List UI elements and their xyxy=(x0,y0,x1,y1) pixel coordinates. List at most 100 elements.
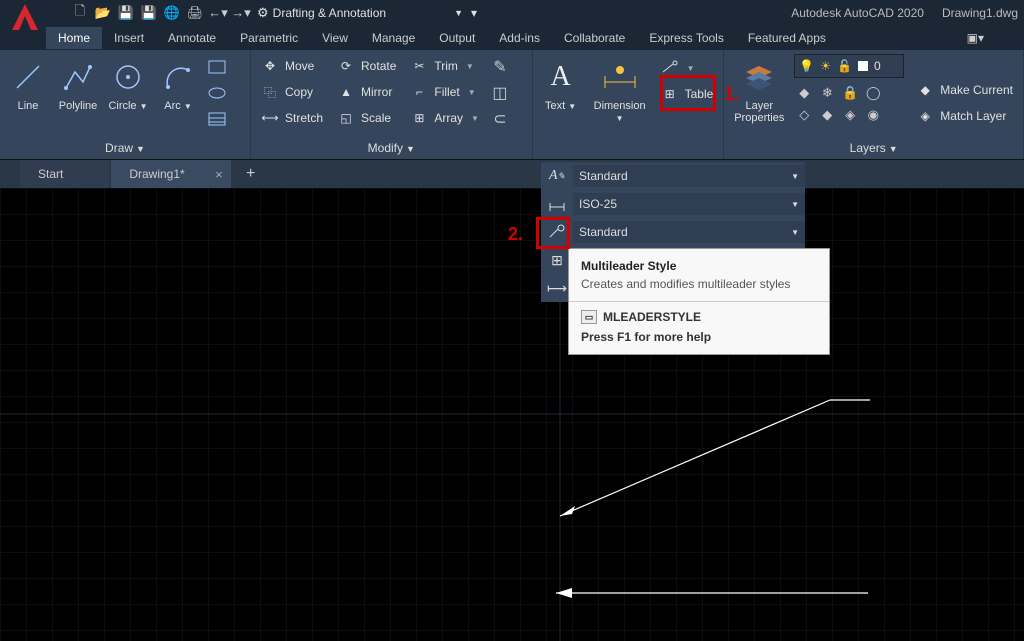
panel-layers-title[interactable]: Layers▼ xyxy=(730,137,1017,159)
copy-button[interactable]: ⿻Copy xyxy=(257,80,327,104)
tooltip-command: ▭ MLEADERSTYLE xyxy=(581,310,817,324)
close-icon[interactable]: × xyxy=(215,167,223,182)
title-bar: 🗋 📂 💾 💾 🌐 🖨 ←▾ →▾ ⚙ Drafting & Annotatio… xyxy=(0,0,1024,26)
copy-icon: ⿻ xyxy=(261,84,279,101)
quick-access-toolbar: 🗋 📂 💾 💾 🌐 🖨 ←▾ →▾ xyxy=(70,3,251,23)
gear-icon: ⚙ xyxy=(257,5,269,21)
callout-2-box xyxy=(536,217,570,249)
tab-output[interactable]: Output xyxy=(427,27,487,49)
layer-a-icon[interactable]: ◇ xyxy=(794,105,814,125)
panel-modify-title[interactable]: Modify▼ xyxy=(257,137,526,159)
lock-icon: 🔓 xyxy=(837,59,852,73)
dimension-icon xyxy=(600,58,640,96)
match-layer-icon: ◈ xyxy=(916,109,934,123)
array-button[interactable]: ⊞Array▼ xyxy=(406,106,483,130)
arc-button[interactable]: Arc ▼ xyxy=(156,54,200,112)
qat-new-icon[interactable]: 🗋 xyxy=(70,3,90,23)
dim-style-row[interactable]: ISO-25▼ xyxy=(541,190,805,218)
fillet-icon: ⌐ xyxy=(410,85,428,99)
ribbon-tabs: Home Insert Annotate Parametric View Man… xyxy=(0,26,1024,50)
offset-icon[interactable]: ⊂ xyxy=(489,108,511,130)
callout-1-box xyxy=(660,75,716,111)
tab-addins[interactable]: Add-ins xyxy=(487,27,552,49)
callout-1-label: 1. xyxy=(724,84,739,105)
rotate-icon: ⟳ xyxy=(337,59,355,73)
explode-icon[interactable]: ◫ xyxy=(489,82,511,104)
tooltip: Multileader Style Creates and modifies m… xyxy=(568,248,830,355)
qat-web-icon[interactable]: 🌐 xyxy=(162,3,182,23)
qat-plot-icon[interactable]: 🖨 xyxy=(185,3,205,23)
leader-icon xyxy=(661,60,679,77)
tooltip-help: Press F1 for more help xyxy=(581,330,817,344)
move-icon: ✥ xyxy=(261,59,279,73)
hatch-icon[interactable] xyxy=(206,108,228,130)
mleader-style-select[interactable]: Standard▼ xyxy=(573,221,805,243)
panel-draw-title[interactable]: Draw▼ xyxy=(6,137,244,159)
qat-saveas-icon[interactable]: 💾 xyxy=(139,3,159,23)
qat-open-icon[interactable]: 📂 xyxy=(93,3,113,23)
polyline-button[interactable]: Polyline xyxy=(56,54,100,112)
tab-featuredapps[interactable]: Featured Apps xyxy=(736,27,838,49)
text-style-select[interactable]: Standard▼ xyxy=(573,165,805,187)
line-icon xyxy=(13,58,43,96)
tooltip-title: Multileader Style xyxy=(581,259,817,273)
text-icon: A xyxy=(550,58,570,96)
tab-parametric[interactable]: Parametric xyxy=(228,27,310,49)
text-style-row[interactable]: A✎ Standard▼ xyxy=(541,162,805,190)
line-button[interactable]: Line xyxy=(6,54,50,112)
fillet-button[interactable]: ⌐Fillet▼ xyxy=(406,80,483,104)
ribbon: Line Polyline Circle ▼ Arc ▼ Draw▼ xyxy=(0,50,1024,160)
layer-d-icon[interactable]: ◉ xyxy=(863,105,883,125)
file-tab-start[interactable]: Start xyxy=(20,160,109,188)
tab-overflow-icon[interactable]: ▣▾ xyxy=(967,31,1024,45)
layer-properties-icon xyxy=(742,58,776,96)
tab-insert[interactable]: Insert xyxy=(102,27,156,49)
layer-off-icon[interactable]: ◯ xyxy=(863,83,883,103)
tab-annotate[interactable]: Annotate xyxy=(156,27,228,49)
mleader-style-row[interactable]: Standard▼ xyxy=(541,218,805,246)
tab-home[interactable]: Home xyxy=(46,27,102,49)
stretch-button[interactable]: ⟷Stretch xyxy=(257,106,327,130)
layer-selector[interactable]: 💡 ☀ 🔓 0 xyxy=(794,54,904,78)
ellipse-icon[interactable] xyxy=(206,82,228,104)
document-name: Drawing1.dwg xyxy=(942,6,1018,20)
qat-redo-icon[interactable]: →▾ xyxy=(231,3,251,23)
new-tab-button[interactable]: + xyxy=(237,165,265,183)
drawing-canvas[interactable] xyxy=(0,188,1024,641)
rotate-button[interactable]: ⟳Rotate xyxy=(333,54,400,78)
polyline-icon xyxy=(63,58,93,96)
layer-b-icon[interactable]: ◆ xyxy=(817,105,837,125)
match-layer-button[interactable]: ◈Match Layer xyxy=(912,104,1017,128)
text-button[interactable]: A Text ▼ xyxy=(539,54,583,112)
autocad-logo[interactable] xyxy=(6,0,36,28)
trim-button[interactable]: ✂Trim▼ xyxy=(406,54,483,78)
workspace-selector[interactable]: ⚙ Drafting & Annotation ▼ ▾ xyxy=(257,5,477,21)
scale-button[interactable]: ◱Scale xyxy=(333,106,400,130)
erase-icon[interactable]: ✎ xyxy=(489,56,511,78)
tab-view[interactable]: View xyxy=(310,27,360,49)
mirror-button[interactable]: ▲Mirror xyxy=(333,80,400,104)
dim-style-select[interactable]: ISO-25▼ xyxy=(573,193,805,215)
layer-lock-icon[interactable]: 🔒 xyxy=(840,83,860,103)
tab-collaborate[interactable]: Collaborate xyxy=(552,27,637,49)
circle-button[interactable]: Circle ▼ xyxy=(106,54,150,112)
dim-style-icon xyxy=(541,197,573,211)
tab-expresstools[interactable]: Express Tools xyxy=(637,27,735,49)
qat-undo-icon[interactable]: ←▾ xyxy=(208,3,228,23)
dimension-button[interactable]: Dimension ▼ xyxy=(589,54,651,124)
command-icon: ▭ xyxy=(581,310,597,324)
text-style-icon: A✎ xyxy=(541,168,573,184)
qat-save-icon[interactable]: 💾 xyxy=(116,3,136,23)
layer-iso-icon[interactable]: ◆ xyxy=(794,83,814,103)
array-icon: ⊞ xyxy=(410,111,428,125)
lightbulb-icon: 💡 xyxy=(799,59,814,73)
make-current-button[interactable]: ◆Make Current xyxy=(912,78,1017,102)
tooltip-desc: Creates and modifies multileader styles xyxy=(581,277,817,291)
rectangle-icon[interactable] xyxy=(206,56,228,78)
move-button[interactable]: ✥Move xyxy=(257,54,327,78)
layer-freeze-icon[interactable]: ❄ xyxy=(817,83,837,103)
draw-extra xyxy=(206,54,228,130)
file-tab-drawing1[interactable]: Drawing1*× xyxy=(111,160,230,188)
tab-manage[interactable]: Manage xyxy=(360,27,427,49)
layer-c-icon[interactable]: ◈ xyxy=(840,105,860,125)
